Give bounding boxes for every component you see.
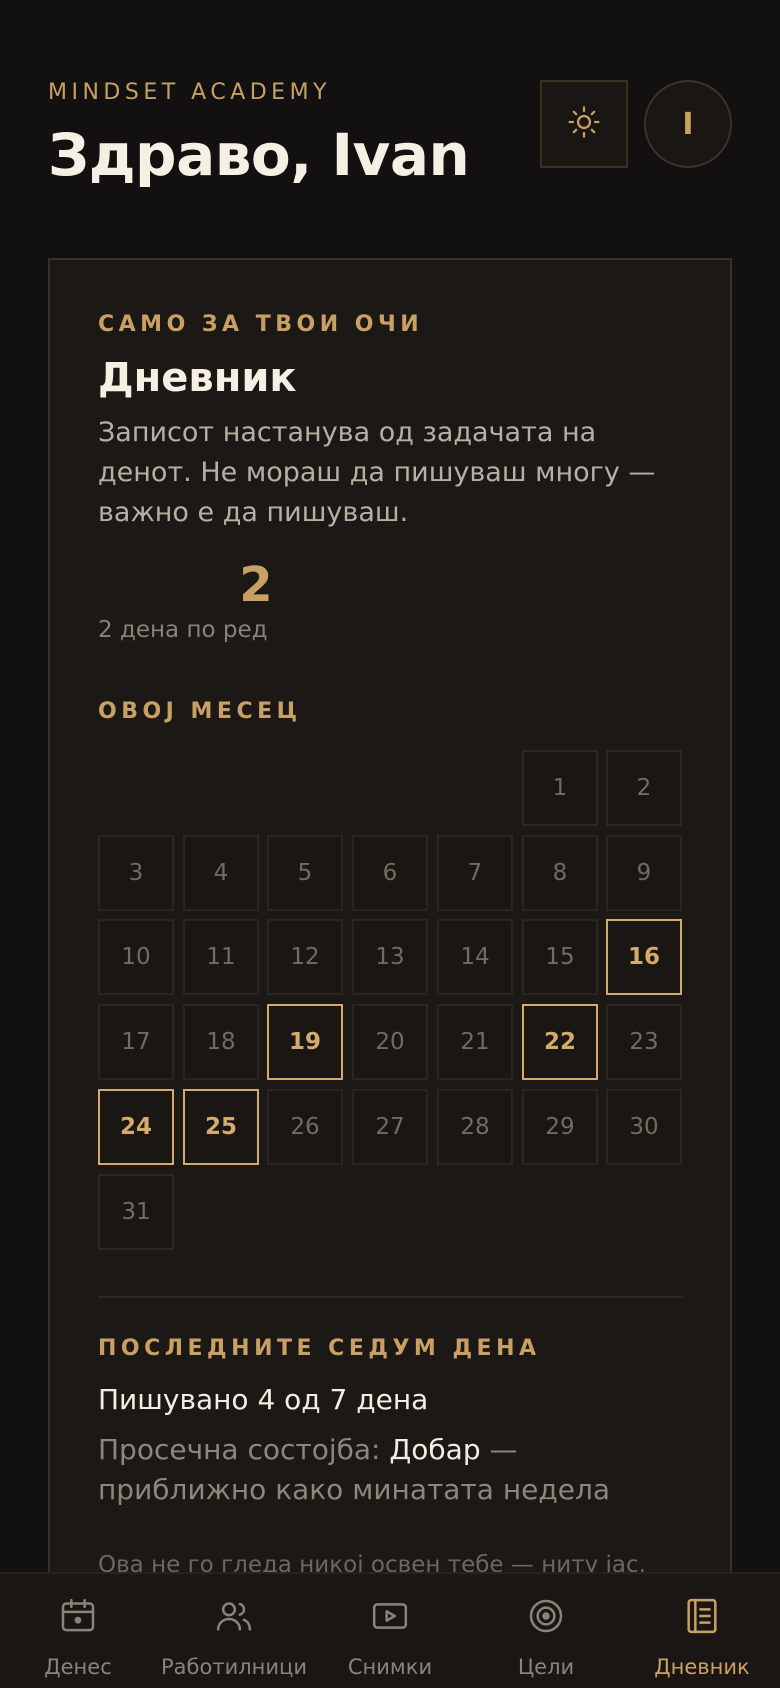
week-avg-mood: Добар [389,1433,481,1466]
tab-workshops[interactable]: Работилници [156,1574,312,1688]
calendar-day[interactable]: 14 [437,919,513,995]
header: MINDSET ACADEMY Здраво, Ivan I [48,80,740,190]
journal-eyebrow: САМО ЗА ТВОИ ОЧИ [98,312,424,337]
calendar-day[interactable]: 25 [183,1089,259,1165]
bottom-tab-bar: Денес Работилници Снимки Цели Дневник [0,1572,780,1688]
calendar-day[interactable]: 22 [522,1004,598,1080]
calendar-day[interactable]: 30 [606,1089,682,1165]
calendar-icon [58,1596,98,1641]
week-average-mood: Просечна состојба: Добар — приближно как… [98,1430,684,1510]
calendar-day[interactable]: 17 [98,1004,174,1080]
tab-goals[interactable]: Цели [468,1574,624,1688]
calendar-day[interactable]: 27 [352,1089,428,1165]
month-label: ОВОЈ МЕСЕЦ [98,699,302,724]
calendar-day[interactable]: 1 [522,750,598,826]
tab-workshops-label: Работилници [161,1655,307,1679]
tab-recordings[interactable]: Снимки [312,1574,468,1688]
calendar-day[interactable]: 16 [606,919,682,995]
calendar-day[interactable]: 24 [98,1089,174,1165]
journal-title: Дневник [98,355,297,401]
week-eyebrow: ПОСЛЕДНИТЕ СЕДУМ ДЕНА [98,1336,541,1361]
tab-today[interactable]: Денес [0,1574,156,1688]
calendar-day[interactable]: 28 [437,1089,513,1165]
tab-recordings-label: Снимки [347,1655,433,1679]
theme-toggle-button[interactable] [540,80,628,168]
users-icon [214,1596,254,1641]
calendar-day[interactable]: 11 [183,919,259,995]
divider [98,1296,684,1298]
week-written-summary: Пишувано 4 од 7 дена [98,1383,429,1416]
streak-count: 2 [239,557,273,613]
calendar-day[interactable]: 29 [522,1089,598,1165]
tab-goals-label: Цели [517,1655,575,1679]
journal-card: САМО ЗА ТВОИ ОЧИ Дневник Записот настану… [48,258,732,1688]
target-icon [526,1596,566,1641]
tab-today-label: Денес [44,1655,112,1679]
calendar-day[interactable]: 9 [606,835,682,911]
calendar-day[interactable]: 4 [183,835,259,911]
calendar-day[interactable]: 20 [352,1004,428,1080]
week-avg-prefix: Просечна состојба: [98,1433,390,1466]
tab-journal-label: Дневник [654,1655,750,1679]
journal-description: Записот настанува од задачата на денот. … [98,417,656,528]
calendar-day[interactable]: 2 [606,750,682,826]
calendar-day[interactable]: 5 [267,835,343,911]
calendar-day[interactable]: 7 [437,835,513,911]
sun-icon [567,105,601,143]
greeting-title: Здраво, Ivan [48,121,470,189]
avatar[interactable]: I [644,80,732,168]
calendar-day[interactable]: 8 [522,835,598,911]
streak-label: 2 дена по ред [98,617,268,643]
calendar-day[interactable]: 10 [98,919,174,995]
calendar-day[interactable]: 26 [267,1089,343,1165]
calendar-day[interactable]: 3 [98,835,174,911]
calendar-day[interactable]: 13 [352,919,428,995]
calendar-day[interactable]: 23 [606,1004,682,1080]
calendar-day[interactable]: 6 [352,835,428,911]
month-calendar: 1 2 3 4 5 6 7 8 9 10 11 12 13 14 15 16 17 18 19 20 21 22 23 24 2… [98,750,684,1250]
calendar-day[interactable]: 12 [267,919,343,995]
calendar-day[interactable]: 15 [522,919,598,995]
calendar-day[interactable]: 21 [437,1004,513,1080]
journal-icon [682,1596,722,1641]
calendar-day[interactable]: 19 [267,1004,343,1080]
calendar-day[interactable]: 31 [98,1174,174,1250]
calendar-day[interactable]: 18 [183,1004,259,1080]
brand-label: MINDSET ACADEMY [48,80,331,105]
play-icon [370,1596,410,1641]
tab-journal[interactable]: Дневник [624,1574,780,1688]
